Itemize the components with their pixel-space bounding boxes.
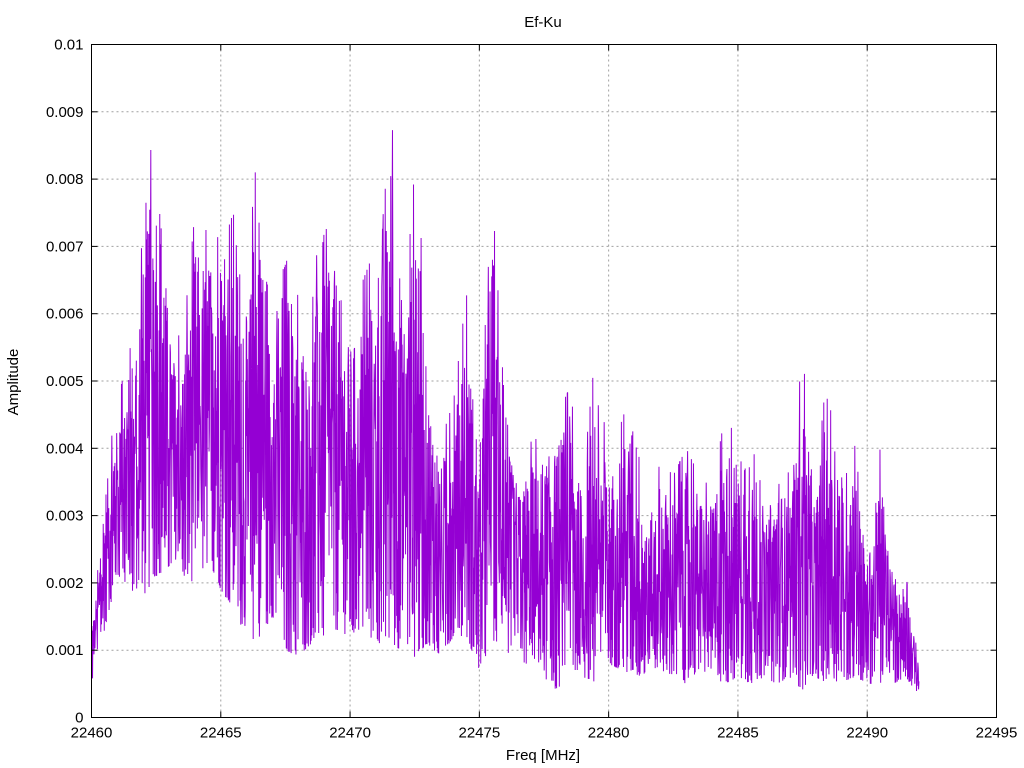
x-tick-label: 22485 bbox=[717, 725, 759, 742]
y-tick-label: 0.003 bbox=[46, 508, 84, 525]
y-tick-label: 0 bbox=[75, 710, 83, 727]
x-tick-label: 22470 bbox=[329, 725, 371, 742]
series-ef-ku bbox=[91, 130, 920, 691]
x-tick-label: 22475 bbox=[458, 725, 500, 742]
amplitude-spectrum-chart: 22460 22465 22470 22475 22480 22485 22490 22495… bbox=[5, 14, 1018, 764]
y-tick-label: 0.009 bbox=[46, 104, 84, 121]
y-tick-label: 0.006 bbox=[46, 306, 84, 323]
x-axis-title: Freq [MHz] bbox=[506, 747, 580, 764]
y-tick-label: 0.004 bbox=[46, 440, 84, 457]
y-tick-label: 0.007 bbox=[46, 238, 84, 255]
amplitude-trace bbox=[91, 130, 920, 691]
x-tick-label: 22465 bbox=[200, 725, 242, 742]
y-tick-label: 0.008 bbox=[46, 171, 84, 188]
x-tick-label: 22460 bbox=[71, 725, 113, 742]
y-tick-label: 0.002 bbox=[46, 575, 84, 592]
y-tick-label: 0.005 bbox=[46, 373, 84, 390]
x-tick-label: 22490 bbox=[846, 725, 888, 742]
y-tick-label: 0.01 bbox=[54, 37, 83, 54]
y-tick-labels: 0 0.001 0.002 0.003 0.004 0.005 0.006 0.007 0.00… bbox=[46, 37, 84, 727]
y-axis-title: Amplitude bbox=[5, 349, 22, 416]
x-tick-labels: 22460 22465 22470 22475 22480 22485 22490 22495 bbox=[71, 725, 1018, 742]
y-tick-label: 0.001 bbox=[46, 642, 84, 659]
chart-title: Ef-Ku bbox=[524, 14, 562, 31]
x-tick-label: 22480 bbox=[588, 725, 630, 742]
x-tick-label: 22495 bbox=[976, 725, 1018, 742]
